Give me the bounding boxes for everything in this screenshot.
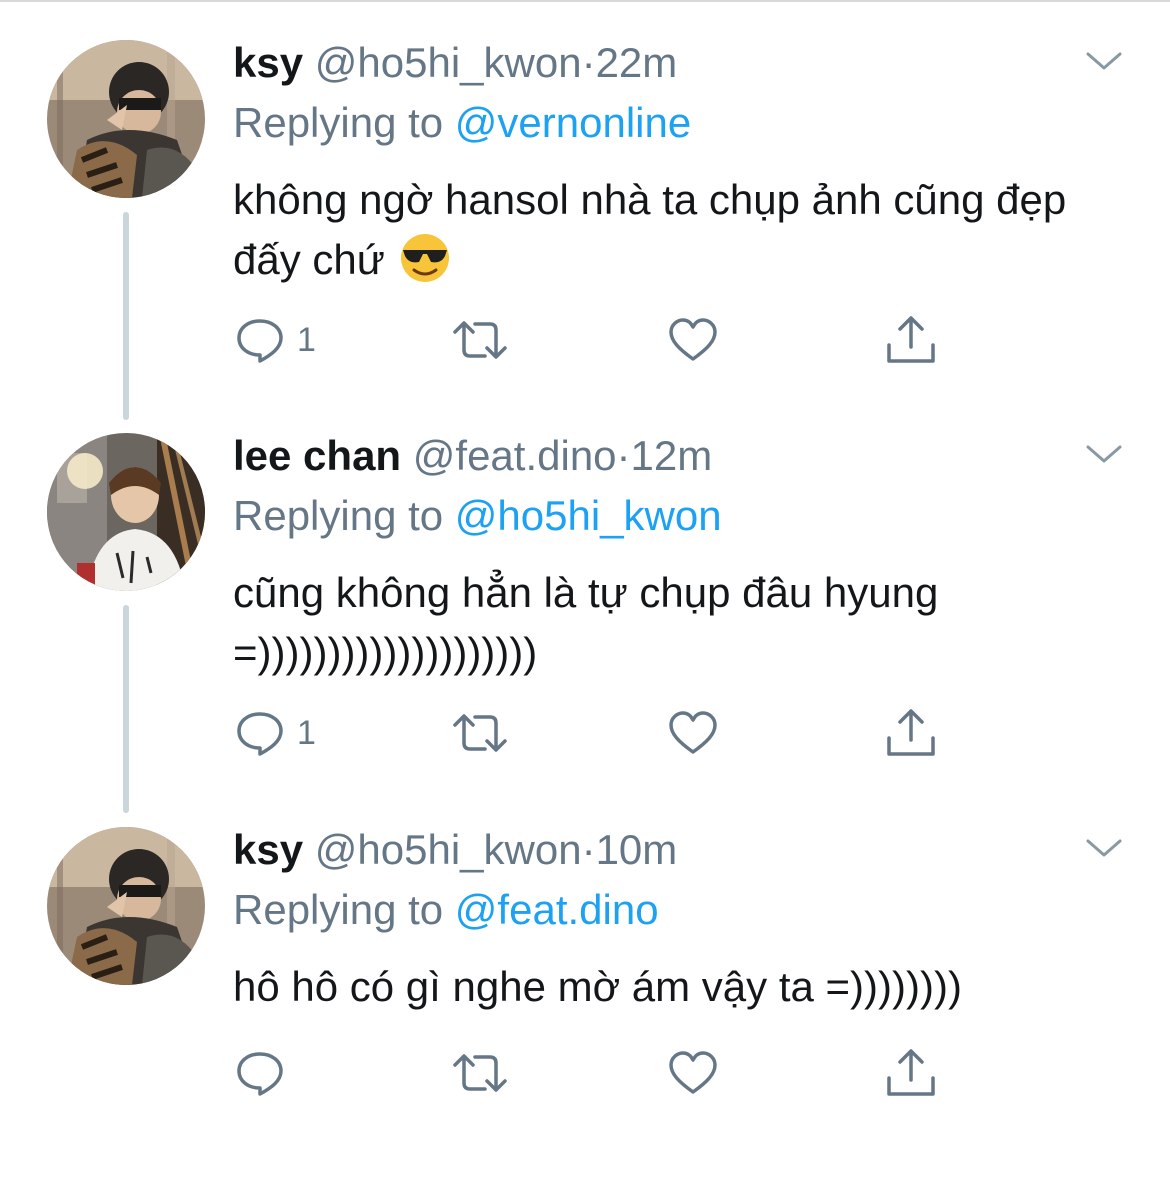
retweet-button[interactable] bbox=[451, 312, 521, 368]
timestamp[interactable]: 10m bbox=[596, 826, 678, 873]
replying-to-label: Replying to bbox=[233, 99, 444, 146]
tweet-text-content: cũng không hẳn là tự chụp đâu hyung =)))… bbox=[233, 569, 939, 676]
chevron-down-icon[interactable] bbox=[1084, 439, 1124, 469]
reply-mention-link[interactable]: @ho5hi_kwon bbox=[455, 492, 722, 539]
reply-mention-link[interactable]: @feat.dino bbox=[455, 886, 659, 933]
thread-connector bbox=[123, 605, 129, 813]
like-button[interactable] bbox=[667, 705, 731, 761]
reply-count: 1 bbox=[297, 713, 316, 752]
reply-count: 1 bbox=[297, 320, 316, 359]
tweet[interactable]: ksy @ho5hi_kwon·10m Replying to @feat.di… bbox=[0, 787, 1170, 1180]
replying-to: Replying to @vernonline bbox=[233, 98, 691, 148]
replying-to: Replying to @ho5hi_kwon bbox=[233, 491, 722, 541]
display-name[interactable]: ksy bbox=[233, 826, 303, 873]
tweet-text: không ngờ hansol nhà ta chụp ảnh cũng đẹ… bbox=[233, 170, 1133, 290]
tweet-header: lee chan @feat.dino·12m bbox=[233, 431, 712, 481]
retweet-icon bbox=[453, 1054, 507, 1092]
share-icon bbox=[887, 1049, 935, 1096]
retweet-button[interactable] bbox=[451, 705, 521, 761]
tweet[interactable]: lee chan @feat.dino·12m Replying to @ho5… bbox=[0, 393, 1170, 813]
reply-icon bbox=[237, 712, 283, 756]
tweet-text: hô hô có gì nghe mờ ám vậy ta =)))))))) bbox=[233, 957, 1133, 1017]
share-button[interactable] bbox=[885, 705, 937, 761]
tweet-header: ksy @ho5hi_kwon·22m bbox=[233, 38, 677, 88]
display-name[interactable]: lee chan bbox=[233, 432, 401, 479]
reply-button[interactable] bbox=[235, 1045, 297, 1101]
separator: · bbox=[581, 826, 596, 873]
user-handle[interactable]: @ho5hi_kwon bbox=[315, 39, 582, 86]
replying-to-label: Replying to bbox=[233, 492, 444, 539]
tweet-actions bbox=[233, 1045, 953, 1101]
separator: · bbox=[581, 39, 596, 86]
thread-connector bbox=[123, 212, 129, 420]
chevron-down-icon[interactable] bbox=[1084, 833, 1124, 863]
reply-button[interactable]: 1 bbox=[235, 312, 316, 368]
retweet-icon bbox=[453, 714, 507, 752]
share-button[interactable] bbox=[885, 312, 937, 368]
tweet-text-content: không ngờ hansol nhà ta chụp ảnh cũng đẹ… bbox=[233, 176, 1067, 283]
smiling-face-with-sunglasses-icon bbox=[400, 234, 449, 282]
retweet-icon bbox=[453, 321, 507, 359]
reply-icon bbox=[237, 319, 283, 363]
reply-button[interactable]: 1 bbox=[235, 705, 316, 761]
heart-icon bbox=[669, 1051, 717, 1094]
avatar[interactable] bbox=[47, 827, 205, 985]
timestamp[interactable]: 22m bbox=[596, 39, 678, 86]
share-button[interactable] bbox=[885, 1045, 937, 1101]
tweet-actions: 1 bbox=[233, 312, 953, 368]
avatar[interactable] bbox=[47, 433, 205, 591]
replying-to-label: Replying to bbox=[233, 886, 444, 933]
reply-icon bbox=[237, 1052, 283, 1096]
tweet-text-content: hô hô có gì nghe mờ ám vậy ta =)))))))) bbox=[233, 963, 962, 1010]
heart-icon bbox=[669, 318, 717, 361]
tweet-text: cũng không hẳn là tự chụp đâu hyung =)))… bbox=[233, 563, 1133, 683]
timestamp[interactable]: 12m bbox=[631, 432, 713, 479]
heart-icon bbox=[669, 711, 717, 754]
replying-to: Replying to @feat.dino bbox=[233, 885, 659, 935]
display-name[interactable]: ksy bbox=[233, 39, 303, 86]
separator: · bbox=[616, 432, 631, 479]
tweet-header: ksy @ho5hi_kwon·10m bbox=[233, 825, 677, 875]
avatar[interactable] bbox=[47, 40, 205, 198]
share-icon bbox=[887, 316, 935, 363]
user-handle[interactable]: @feat.dino bbox=[413, 432, 617, 479]
share-icon bbox=[887, 709, 935, 756]
tweet[interactable]: ksy @ho5hi_kwon·22m Replying to @vernonl… bbox=[0, 0, 1170, 420]
user-handle[interactable]: @ho5hi_kwon bbox=[315, 826, 582, 873]
reply-mention-link[interactable]: @vernonline bbox=[455, 99, 691, 146]
like-button[interactable] bbox=[667, 1045, 731, 1101]
like-button[interactable] bbox=[667, 312, 731, 368]
retweet-button[interactable] bbox=[451, 1045, 521, 1101]
tweet-actions: 1 bbox=[233, 705, 953, 761]
chevron-down-icon[interactable] bbox=[1084, 46, 1124, 76]
